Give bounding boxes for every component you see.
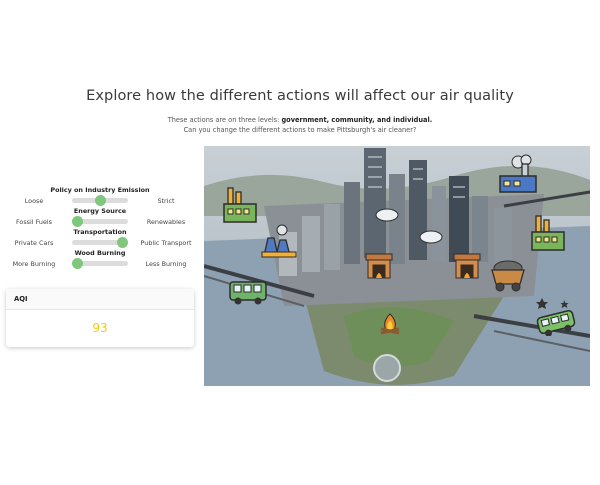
factory-icon[interactable] bbox=[222, 186, 258, 224]
slider-thumb[interactable] bbox=[72, 216, 84, 227]
aqi-card-header: AQI bbox=[6, 289, 194, 310]
slider-thumb[interactable] bbox=[72, 258, 84, 269]
page-title: Explore how the different actions will a… bbox=[86, 88, 514, 104]
factory-icon[interactable] bbox=[498, 154, 540, 194]
transportation-slider[interactable] bbox=[72, 237, 128, 248]
control-left-wood: More Burning bbox=[12, 260, 56, 268]
subtitle-prefix: These actions are on three levels: bbox=[167, 116, 282, 124]
control-left-transport: Private Cars bbox=[14, 239, 54, 247]
power-plant-icon[interactable] bbox=[260, 224, 298, 258]
bus-icon[interactable] bbox=[228, 280, 268, 306]
control-left-industry: Loose bbox=[24, 197, 44, 205]
control-title-energy: Energy Source bbox=[73, 207, 127, 215]
cloud-icon bbox=[374, 206, 400, 222]
aqi-value: 93 bbox=[92, 321, 108, 335]
cloud-icon bbox=[418, 228, 444, 244]
slider-thumb[interactable] bbox=[116, 237, 128, 248]
pittsburgh-city-image bbox=[204, 146, 590, 386]
control-right-energy: Renewables bbox=[146, 218, 186, 226]
fireplace-icon[interactable] bbox=[452, 250, 482, 280]
wood-burning-slider[interactable] bbox=[72, 258, 128, 269]
coal-cart-icon[interactable] bbox=[490, 258, 526, 292]
bus-icon[interactable] bbox=[534, 296, 578, 336]
control-left-energy: Fossil Fuels bbox=[15, 218, 52, 226]
control-right-wood: Less Burning bbox=[145, 260, 187, 268]
control-right-industry: Strict bbox=[157, 197, 175, 205]
industry-emission-slider[interactable] bbox=[72, 195, 128, 206]
energy-source-slider[interactable] bbox=[72, 216, 128, 227]
fireplace-icon[interactable] bbox=[364, 250, 394, 280]
factory-icon[interactable] bbox=[529, 214, 567, 252]
aqi-label: AQI bbox=[14, 295, 28, 303]
campfire-icon[interactable] bbox=[378, 312, 402, 336]
subtitle-line-2: Can you change the different actions to … bbox=[183, 126, 417, 134]
slider-thumb[interactable] bbox=[94, 195, 106, 206]
aqi-card: AQI 93 bbox=[6, 289, 194, 347]
control-title-transport: Transportation bbox=[73, 228, 127, 236]
subtitle-line-1: These actions are on three levels: gover… bbox=[0, 116, 600, 124]
control-title-industry: Policy on Industry Emission bbox=[50, 186, 150, 194]
control-title-wood: Wood Burning bbox=[74, 249, 126, 257]
control-right-transport: Public Transport bbox=[140, 239, 192, 247]
subtitle-levels: government, community, and individual. bbox=[281, 116, 433, 124]
